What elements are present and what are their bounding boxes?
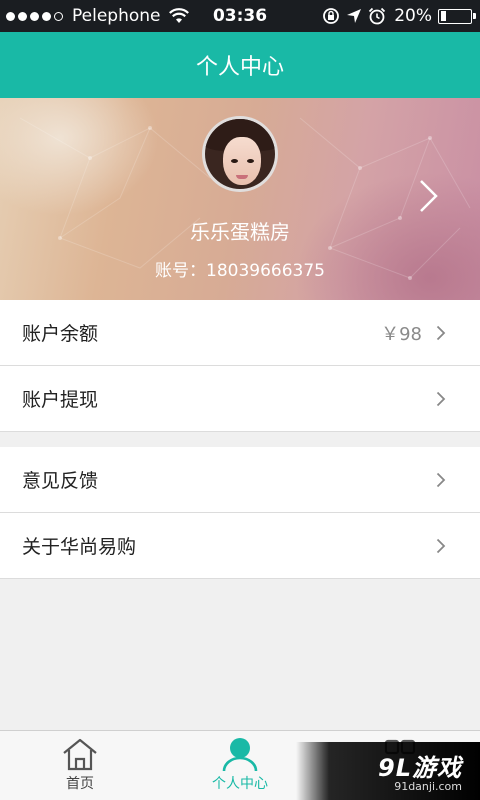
chevron-right-icon <box>436 325 446 340</box>
rotation-lock-icon <box>323 8 340 24</box>
menu-item-label: 关于华尚易购 <box>22 536 137 558</box>
user-icon <box>222 738 258 771</box>
page-title: 个人中心 <box>195 55 284 80</box>
battery-percentage: 20% <box>394 6 432 26</box>
tab-label: 个人中心 <box>212 776 268 792</box>
menu-item-label: 账户余额 <box>22 323 99 345</box>
chevron-right-icon <box>436 391 446 406</box>
profile-header[interactable]: 乐乐蛋糕房 账号：18039666375 <box>0 98 480 300</box>
chevron-right-icon[interactable] <box>418 178 440 214</box>
account-number: 账号：18039666375 <box>155 261 325 281</box>
status-bar: Pelephone 03:36 20% <box>0 0 480 32</box>
menu-item-feedback[interactable]: 意见反馈 <box>0 447 480 513</box>
location-icon <box>347 9 362 23</box>
battery-level-fill <box>440 11 447 21</box>
menu-group-account: 账户余额 ￥98 账户提现 <box>0 300 480 432</box>
tab-home[interactable]: 首页 <box>0 731 160 800</box>
avatar[interactable] <box>202 116 278 192</box>
menu-item-withdraw[interactable]: 账户提现 <box>0 366 480 432</box>
home-icon <box>63 738 97 771</box>
chevron-right-icon <box>436 472 446 487</box>
nav-bar: 个人中心 <box>0 32 480 98</box>
alarm-icon <box>369 7 386 25</box>
menu-item-balance[interactable]: 账户余额 ￥98 <box>0 300 480 366</box>
balance-value: ￥98 <box>381 323 422 345</box>
menu-item-about[interactable]: 关于华尚易购 <box>0 513 480 579</box>
tab-label: 首页 <box>66 776 94 792</box>
menu-group-about: 意见反馈 关于华尚易购 <box>0 447 480 579</box>
username: 乐乐蛋糕房 <box>190 220 290 244</box>
menu-item-label: 账户提现 <box>22 389 99 411</box>
menu-item-label: 意见反馈 <box>22 470 99 492</box>
battery-icon <box>438 8 476 24</box>
watermark-logo: 9L游戏 <box>378 754 462 782</box>
watermark: 9L游戏 91danji.com <box>296 742 480 800</box>
watermark-url: 91danji.com <box>394 780 462 793</box>
chevron-right-icon <box>436 538 446 553</box>
